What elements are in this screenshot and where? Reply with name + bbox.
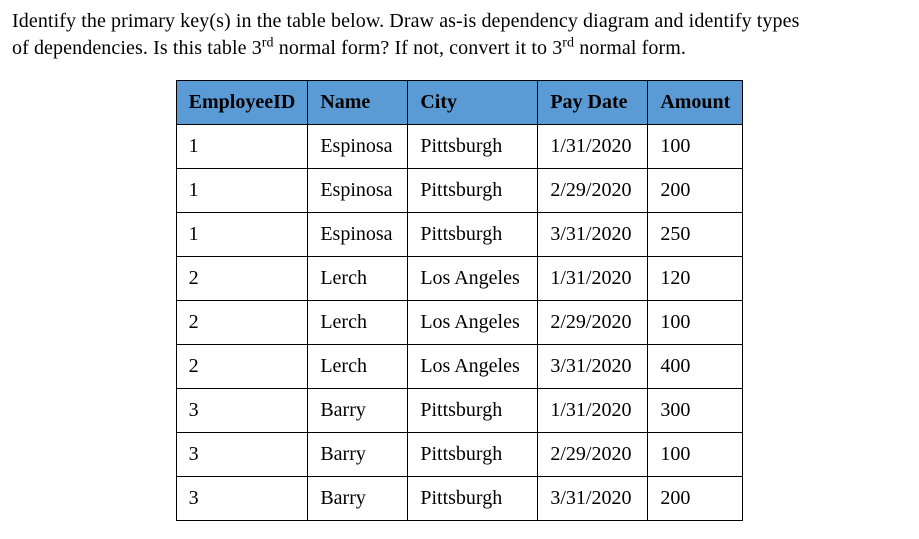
table-row: 1 Espinosa Pittsburgh 3/31/2020 250: [176, 213, 743, 257]
header-city: City: [408, 81, 538, 125]
cell-amount: 200: [648, 477, 743, 521]
cell-amount: 250: [648, 213, 743, 257]
table-container: EmployeeID Name City Pay Date Amount 1 E…: [12, 80, 907, 521]
cell-city: Los Angeles: [408, 257, 538, 301]
data-table: EmployeeID Name City Pay Date Amount 1 E…: [176, 80, 744, 521]
header-name: Name: [308, 81, 408, 125]
table-row: 2 Lerch Los Angeles 1/31/2020 120: [176, 257, 743, 301]
table-body: 1 Espinosa Pittsburgh 1/31/2020 100 1 Es…: [176, 125, 743, 521]
question-sup1: rd: [262, 35, 274, 50]
question-line2b: normal form? If not, convert it to 3: [274, 37, 563, 59]
cell-city: Pittsburgh: [408, 477, 538, 521]
cell-name: Lerch: [308, 301, 408, 345]
cell-paydate: 1/31/2020: [538, 125, 648, 169]
question-text: Identify the primary key(s) in the table…: [12, 8, 907, 62]
table-row: 3 Barry Pittsburgh 2/29/2020 100: [176, 433, 743, 477]
question-line2c: normal form.: [574, 37, 686, 59]
cell-city: Pittsburgh: [408, 213, 538, 257]
table-row: 1 Espinosa Pittsburgh 2/29/2020 200: [176, 169, 743, 213]
cell-employeeid: 2: [176, 301, 308, 345]
table-row: 3 Barry Pittsburgh 1/31/2020 300: [176, 389, 743, 433]
cell-name: Lerch: [308, 257, 408, 301]
table-row: 2 Lerch Los Angeles 2/29/2020 100: [176, 301, 743, 345]
header-amount: Amount: [648, 81, 743, 125]
table-header-row: EmployeeID Name City Pay Date Amount: [176, 81, 743, 125]
cell-paydate: 2/29/2020: [538, 433, 648, 477]
cell-name: Barry: [308, 433, 408, 477]
question-line1: Identify the primary key(s) in the table…: [12, 10, 800, 32]
cell-name: Lerch: [308, 345, 408, 389]
cell-paydate: 1/31/2020: [538, 257, 648, 301]
cell-paydate: 3/31/2020: [538, 213, 648, 257]
cell-name: Espinosa: [308, 169, 408, 213]
table-row: 3 Barry Pittsburgh 3/31/2020 200: [176, 477, 743, 521]
cell-employeeid: 2: [176, 345, 308, 389]
cell-employeeid: 1: [176, 125, 308, 169]
table-row: 1 Espinosa Pittsburgh 1/31/2020 100: [176, 125, 743, 169]
header-paydate: Pay Date: [538, 81, 648, 125]
question-sup2: rd: [562, 35, 574, 50]
cell-amount: 100: [648, 301, 743, 345]
cell-city: Los Angeles: [408, 345, 538, 389]
question-line2a: of dependencies. Is this table 3: [12, 37, 262, 59]
cell-city: Los Angeles: [408, 301, 538, 345]
header-employeeid: EmployeeID: [176, 81, 308, 125]
cell-city: Pittsburgh: [408, 125, 538, 169]
cell-amount: 120: [648, 257, 743, 301]
cell-employeeid: 3: [176, 477, 308, 521]
cell-name: Barry: [308, 389, 408, 433]
cell-employeeid: 1: [176, 213, 308, 257]
cell-employeeid: 1: [176, 169, 308, 213]
cell-amount: 400: [648, 345, 743, 389]
cell-paydate: 2/29/2020: [538, 301, 648, 345]
cell-city: Pittsburgh: [408, 169, 538, 213]
cell-employeeid: 3: [176, 389, 308, 433]
cell-amount: 300: [648, 389, 743, 433]
cell-amount: 200: [648, 169, 743, 213]
table-row: 2 Lerch Los Angeles 3/31/2020 400: [176, 345, 743, 389]
cell-employeeid: 2: [176, 257, 308, 301]
cell-name: Espinosa: [308, 125, 408, 169]
cell-city: Pittsburgh: [408, 389, 538, 433]
cell-paydate: 1/31/2020: [538, 389, 648, 433]
cell-name: Espinosa: [308, 213, 408, 257]
cell-amount: 100: [648, 125, 743, 169]
cell-city: Pittsburgh: [408, 433, 538, 477]
cell-paydate: 3/31/2020: [538, 477, 648, 521]
cell-name: Barry: [308, 477, 408, 521]
cell-employeeid: 3: [176, 433, 308, 477]
cell-amount: 100: [648, 433, 743, 477]
cell-paydate: 3/31/2020: [538, 345, 648, 389]
cell-paydate: 2/29/2020: [538, 169, 648, 213]
